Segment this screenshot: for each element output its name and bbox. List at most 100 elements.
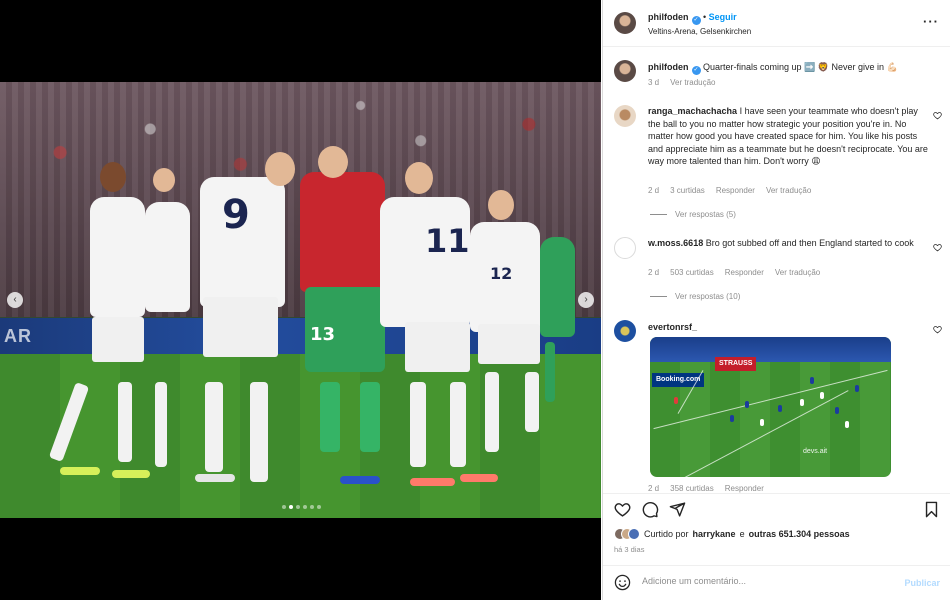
- comment-username[interactable]: evertonrsf_: [648, 322, 697, 332]
- boot: [112, 470, 150, 478]
- post-username-text[interactable]: philfoden: [648, 12, 689, 22]
- clip-player: [745, 401, 749, 408]
- carousel-dots: [282, 505, 321, 509]
- reply-button[interactable]: Responder: [716, 186, 755, 195]
- reply-button[interactable]: Responder: [725, 484, 764, 493]
- caption-body: Quarter-finals coming up ➡️ 🦁 Never give…: [703, 62, 898, 72]
- clip-player: [855, 385, 859, 392]
- player-leg: [410, 382, 426, 467]
- add-comment-bar: Publicar: [603, 565, 950, 600]
- translate-link[interactable]: Ver tradução: [670, 78, 715, 87]
- emoji-icon[interactable]: [614, 574, 631, 591]
- comment-body: Bro got subbed off and then England star…: [705, 238, 914, 248]
- pitch-line: [671, 390, 849, 477]
- view-replies[interactable]: Ver respostas (10): [650, 292, 740, 301]
- chevron-right-icon[interactable]: ›: [578, 292, 594, 308]
- player-shape: [540, 237, 575, 337]
- comment-meta: 2 d 503 curtidas Responder Ver tradução: [648, 268, 820, 277]
- translate-link[interactable]: Ver tradução: [775, 268, 820, 277]
- comment-input[interactable]: [642, 576, 892, 586]
- carousel-dot: [296, 505, 300, 509]
- comment: ranga_machachacha I have seen your teamm…: [603, 103, 950, 228]
- follow-button[interactable]: Seguir: [709, 12, 737, 22]
- boot: [60, 467, 100, 475]
- avatar[interactable]: [614, 237, 636, 259]
- boot: [340, 476, 380, 484]
- photo-pitch: [0, 354, 601, 518]
- post-comment-button[interactable]: Publicar: [904, 578, 940, 588]
- comment-icon[interactable]: [642, 501, 659, 518]
- jersey-number: 13: [310, 324, 336, 345]
- view-replies[interactable]: Ver respostas (5): [650, 210, 736, 219]
- likes-prefix: Curtido por: [644, 529, 689, 539]
- clip-ad: STRAUSS: [715, 357, 757, 371]
- boot: [195, 474, 235, 482]
- replies-line: [650, 296, 667, 297]
- player-leg: [320, 382, 340, 452]
- replies-line: [650, 214, 667, 215]
- post-username[interactable]: philfoden ✓ • Seguir: [648, 12, 737, 25]
- post-location[interactable]: Veltins-Arena, Gelsenkirchen: [648, 27, 751, 36]
- caption-username[interactable]: philfoden: [648, 62, 689, 72]
- comment-media[interactable]: Booking.com STRAUSS devs.ait: [650, 337, 891, 477]
- post-side-panel: philfoden ✓ • Seguir Veltins-Arena, Gelse…: [602, 0, 950, 600]
- likes-middle: e: [739, 529, 745, 539]
- heart-icon[interactable]: [614, 501, 631, 518]
- avatar[interactable]: [614, 320, 636, 342]
- comment-likes[interactable]: 358 curtidas: [670, 484, 714, 493]
- comment-time[interactable]: 2 d: [648, 186, 659, 195]
- translate-link[interactable]: Ver tradução: [766, 186, 811, 195]
- player-shape: [380, 197, 470, 327]
- comment-text: w.moss.6618 Bro got subbed off and then …: [648, 237, 918, 250]
- view-replies-label[interactable]: Ver respostas (5): [675, 210, 736, 219]
- avatar[interactable]: [614, 60, 636, 82]
- heart-icon[interactable]: [933, 243, 942, 252]
- heart-icon[interactable]: [933, 325, 942, 334]
- bookmark-icon[interactable]: [923, 501, 940, 518]
- caption: philfoden ✓ Quarter-finals coming up ➡️ 🦁…: [603, 58, 950, 98]
- player-leg: [450, 382, 466, 467]
- carousel-dot: [282, 505, 286, 509]
- comment-text: evertonrsf_: [648, 321, 697, 334]
- player-leg: [485, 372, 499, 452]
- verified-icon: ✓: [691, 66, 701, 75]
- carousel-dot: [310, 505, 314, 509]
- player-head: [488, 190, 514, 220]
- post-date[interactable]: há 3 dias: [614, 545, 644, 554]
- reply-button[interactable]: Responder: [725, 268, 764, 277]
- caption-time[interactable]: 3 d: [648, 78, 659, 87]
- action-bar: [603, 493, 950, 521]
- clip-player: [845, 421, 849, 428]
- player-leg: [155, 382, 167, 467]
- player-head: [100, 162, 126, 192]
- view-replies-label[interactable]: Ver respostas (10): [675, 292, 740, 301]
- likes-user[interactable]: harrykane: [693, 529, 736, 539]
- likes-others[interactable]: outras 651.304 pessoas: [749, 529, 850, 539]
- clip-player: [800, 399, 804, 406]
- player-shorts: [478, 324, 540, 364]
- share-icon[interactable]: [669, 501, 686, 518]
- comment-username[interactable]: ranga_machachacha: [648, 106, 737, 116]
- comment-likes[interactable]: 3 curtidas: [670, 186, 705, 195]
- avatar[interactable]: [614, 12, 636, 34]
- comment-likes[interactable]: 503 curtidas: [670, 268, 714, 277]
- chevron-left-icon[interactable]: ‹: [7, 292, 23, 308]
- liker-avatars[interactable]: [614, 528, 640, 540]
- clip-stand: [650, 337, 891, 362]
- heart-icon[interactable]: [933, 111, 942, 120]
- jersey-number: 12: [490, 264, 513, 283]
- comment-text: ranga_machachacha I have seen your teamm…: [648, 105, 928, 168]
- post-photo[interactable]: AR 9 13 11 12: [0, 82, 601, 518]
- post-header: philfoden ✓ • Seguir Veltins-Arena, Gelse…: [603, 0, 950, 47]
- player-head: [318, 146, 348, 178]
- instagram-post-modal: AR 9 13 11 12 ‹ › philfoden ✓ • Seguir V…: [0, 0, 950, 600]
- avatar[interactable]: [614, 105, 636, 127]
- comment-time[interactable]: 2 d: [648, 484, 659, 493]
- comment-username[interactable]: w.moss.6618: [648, 238, 703, 248]
- carousel-dot: [303, 505, 307, 509]
- clip-player: [835, 407, 839, 414]
- media-panel: AR 9 13 11 12 ‹ ›: [0, 0, 601, 600]
- more-icon[interactable]: ···: [923, 14, 939, 29]
- comment-time[interactable]: 2 d: [648, 268, 659, 277]
- clip-player: [730, 415, 734, 422]
